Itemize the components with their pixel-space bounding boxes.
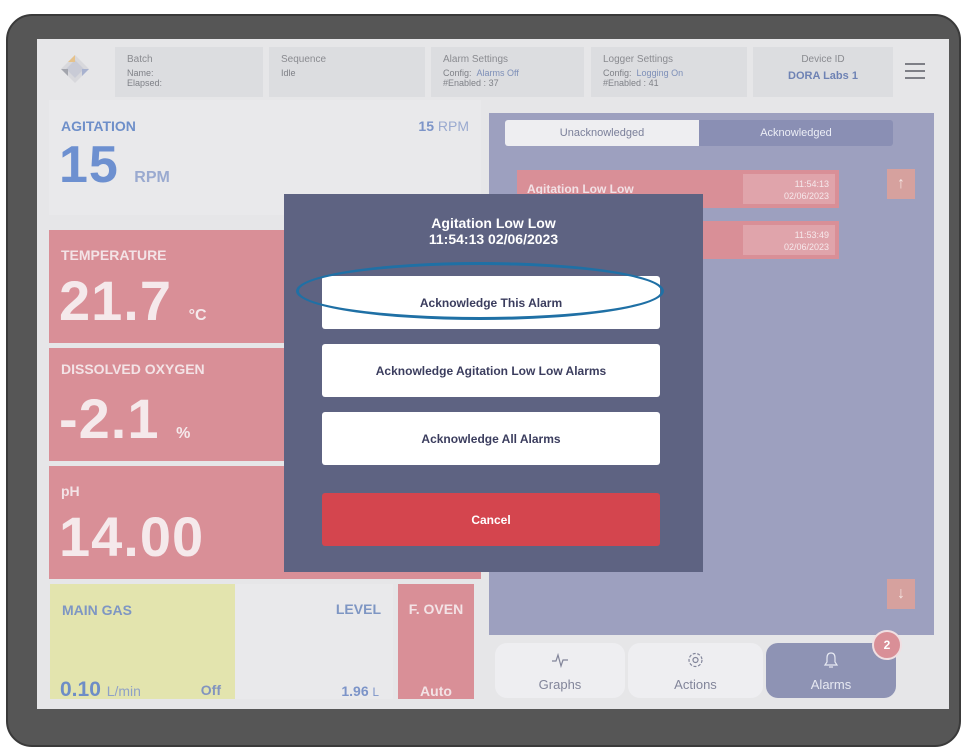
logger-settings-panel[interactable]: Logger Settings Config: Logging On #Enab… bbox=[591, 47, 747, 97]
hamburger-menu-icon[interactable] bbox=[905, 63, 925, 80]
acknowledge-type-alarms-button[interactable]: Acknowledge Agitation Low Low Alarms bbox=[322, 344, 660, 397]
main-gas-state: Off bbox=[200, 682, 221, 698]
ph-label: pH bbox=[61, 483, 80, 499]
dissolved-oxygen-label: DISSOLVED OXYGEN bbox=[61, 361, 205, 377]
ph-value: 14.00 bbox=[59, 505, 205, 568]
agitation-value: 15 bbox=[59, 136, 119, 194]
agitation-label: AGITATION bbox=[61, 118, 136, 134]
logger-enabled-label: #Enabled : bbox=[603, 78, 647, 88]
gear-icon bbox=[688, 652, 703, 668]
alarm-count-badge: 2 bbox=[872, 630, 902, 660]
level-label: LEVEL bbox=[335, 601, 381, 617]
alarm-config-value: Alarms Off bbox=[476, 68, 519, 78]
f-oven-tile[interactable]: F. OVEN Auto bbox=[398, 584, 474, 699]
logger-settings-title: Logger Settings bbox=[603, 54, 674, 65]
graphs-label: Graphs bbox=[538, 677, 582, 692]
sequence-value: Idle bbox=[281, 68, 296, 78]
temperature-label: TEMPERATURE bbox=[61, 247, 167, 263]
dialog-title: Agitation Low Low bbox=[431, 215, 556, 231]
logger-enabled-value: 41 bbox=[648, 78, 659, 88]
alarm-settings-panel[interactable]: Alarm Settings Config: Alarms Off #Enabl… bbox=[431, 47, 584, 97]
alarms-label: Alarms bbox=[810, 677, 852, 692]
sequence-panel[interactable]: Sequence Idle bbox=[269, 47, 425, 97]
actions-label: Actions bbox=[674, 677, 717, 692]
tab-unacknowledged[interactable]: Unacknowledged bbox=[505, 120, 699, 146]
scroll-up-arrow-icon[interactable]: ↑ bbox=[887, 169, 915, 199]
main-gas-label: MAIN GAS bbox=[62, 602, 132, 618]
device-id-title: Device ID bbox=[801, 54, 845, 65]
alarm-enabled-value: 37 bbox=[488, 78, 499, 88]
agitation-setpoint-unit: RPM bbox=[437, 118, 469, 134]
alarm-config-label: Config: bbox=[443, 68, 472, 78]
alarm-time: 11:54:13 bbox=[794, 179, 829, 189]
tab-acknowledged[interactable]: Acknowledged bbox=[699, 120, 893, 146]
agitation-setpoint: 15 bbox=[418, 118, 434, 134]
sequence-title: Sequence bbox=[281, 54, 327, 65]
alarm-date: 02/06/2023 bbox=[783, 191, 829, 201]
temperature-value: 21.7 bbox=[59, 269, 172, 332]
acknowledge-all-alarms-button[interactable]: Acknowledge All Alarms bbox=[322, 412, 660, 465]
dissolved-oxygen-value: -2.1 bbox=[59, 387, 160, 450]
f-oven-state: Auto bbox=[420, 683, 452, 699]
agitation-unit: RPM bbox=[134, 169, 170, 186]
actions-button[interactable]: Actions bbox=[628, 643, 763, 698]
device-id-value: DORA Labs 1 bbox=[788, 70, 858, 82]
dissolved-oxygen-unit: % bbox=[176, 425, 191, 442]
hmi-screen: Batch Name: Elapsed: Sequence Idle Alarm… bbox=[37, 39, 949, 709]
f-oven-label: F. OVEN bbox=[408, 601, 464, 617]
alarm-enabled-label: #Enabled : bbox=[443, 78, 487, 88]
acknowledge-alarm-dialog: Agitation Low Low 11:54:13 02/06/2023 Ac… bbox=[284, 194, 703, 572]
dialog-timestamp: 11:54:13 02/06/2023 bbox=[428, 231, 559, 247]
logger-config-value: Logging On bbox=[636, 68, 684, 78]
batch-name-label: Name: bbox=[127, 68, 154, 78]
device-id-panel: Device ID DORA Labs 1 bbox=[753, 47, 893, 97]
scroll-down-arrow-icon[interactable]: ↓ bbox=[887, 579, 915, 609]
logger-config-label: Config: bbox=[603, 68, 632, 78]
level-value: 1.96 bbox=[341, 683, 369, 699]
app-logo bbox=[61, 55, 89, 83]
level-unit: L bbox=[372, 686, 379, 699]
temperature-unit: °C bbox=[188, 307, 207, 324]
alarm-filter-tabs: Unacknowledged Acknowledged bbox=[505, 120, 893, 146]
graph-pulse-icon bbox=[552, 652, 568, 669]
main-gas-value: 0.10 bbox=[60, 678, 101, 701]
alarm-settings-title: Alarm Settings bbox=[443, 54, 509, 65]
batch-panel[interactable]: Batch Name: Elapsed: bbox=[115, 47, 263, 97]
alarm-date: 02/06/2023 bbox=[783, 242, 829, 252]
cancel-button[interactable]: Cancel bbox=[322, 493, 660, 546]
graphs-button[interactable]: Graphs bbox=[495, 643, 625, 698]
batch-elapsed-label: Elapsed: bbox=[127, 78, 163, 88]
batch-title: Batch bbox=[127, 54, 153, 65]
acknowledge-this-alarm-button[interactable]: Acknowledge This Alarm bbox=[322, 276, 660, 329]
level-tile[interactable]: LEVEL 1.96 L bbox=[235, 584, 393, 699]
alarm-time: 11:53:49 bbox=[794, 230, 829, 240]
main-gas-tile[interactable]: MAIN GAS 0.10 L/min Off bbox=[50, 584, 235, 701]
main-gas-unit: L/min bbox=[106, 683, 141, 699]
